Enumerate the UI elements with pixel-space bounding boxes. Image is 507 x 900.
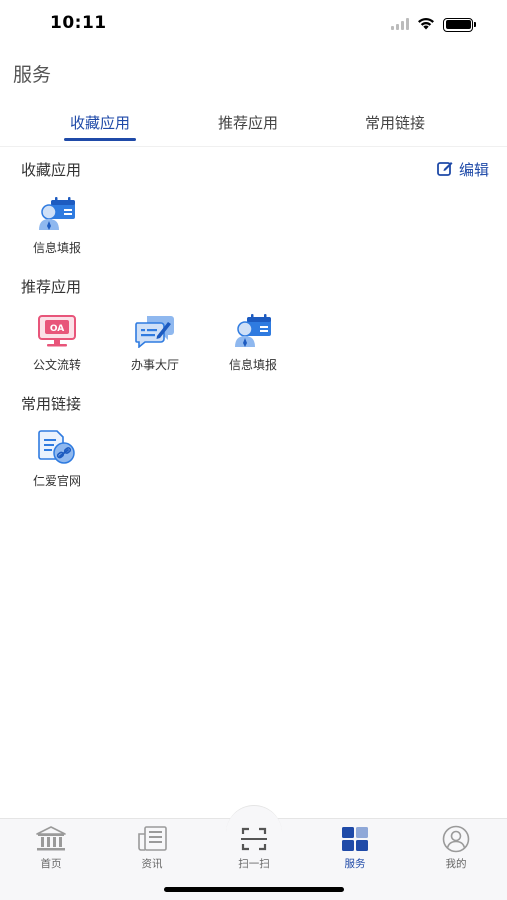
edit-icon (437, 160, 453, 180)
status-bar: 10:11 (0, 0, 507, 48)
app-item-service-hall[interactable]: 办事大厅 (115, 313, 195, 373)
app-label: 办事大厅 (130, 358, 179, 372)
bank-icon (35, 825, 67, 853)
oa-monitor-icon: OA (37, 313, 77, 349)
app-item-info-report[interactable]: 信息填报 (213, 313, 293, 373)
app-item-info-report[interactable]: 信息填报 (17, 196, 97, 256)
chat-bubbles-icon (135, 313, 175, 349)
bottom-nav: 首页 资讯 扫一扫 服务 我的 (0, 805, 507, 900)
info-report-icon (37, 196, 77, 232)
status-indicators (391, 15, 476, 34)
app-label: 信息填报 (228, 358, 277, 372)
home-indicator (164, 887, 344, 892)
info-report-icon (233, 313, 273, 349)
link-document-icon (37, 429, 77, 465)
section-title-favorites: 收藏应用 (21, 161, 82, 179)
grid-icon (339, 825, 371, 853)
nav-label: 资讯 (141, 858, 163, 870)
signal-icon (391, 15, 409, 34)
status-time: 10:11 (50, 13, 107, 33)
battery-icon (443, 17, 476, 32)
nav-news[interactable]: 资讯 (117, 825, 187, 871)
tab-bar: 收藏应用 推荐应用 常用链接 (0, 112, 507, 148)
wifi-icon (417, 15, 435, 34)
nav-label: 首页 (40, 858, 62, 870)
tab-favorites[interactable]: 收藏应用 (64, 112, 136, 133)
nav-label: 服务 (344, 858, 366, 870)
nav-profile[interactable]: 我的 (421, 825, 491, 871)
section-title-links: 常用链接 (21, 395, 82, 413)
tab-links[interactable]: 常用链接 (359, 112, 431, 133)
edit-button[interactable]: 编辑 (437, 159, 489, 180)
user-icon (440, 825, 472, 853)
app-label: 信息填报 (32, 241, 81, 255)
edit-label: 编辑 (458, 161, 489, 179)
app-label: 公文流转 (32, 358, 81, 372)
oa-badge-text: OA (50, 324, 64, 334)
news-icon (136, 825, 168, 853)
scan-icon (238, 825, 270, 853)
tab-active-indicator (64, 138, 136, 141)
tabs-divider (0, 146, 507, 147)
nav-label: 我的 (445, 858, 467, 870)
nav-scan[interactable]: 扫一扫 (219, 825, 289, 871)
tab-recommended[interactable]: 推荐应用 (212, 112, 284, 133)
section-title-recommended: 推荐应用 (21, 278, 82, 296)
page-title: 服务 (13, 64, 52, 86)
app-item-renai-website[interactable]: 仁爱官网 (17, 429, 97, 489)
app-label: 仁爱官网 (32, 474, 81, 488)
nav-label: 扫一扫 (238, 858, 270, 870)
nav-home[interactable]: 首页 (16, 825, 86, 871)
app-item-document-flow[interactable]: OA 公文流转 (17, 313, 97, 373)
nav-services[interactable]: 服务 (320, 825, 390, 871)
